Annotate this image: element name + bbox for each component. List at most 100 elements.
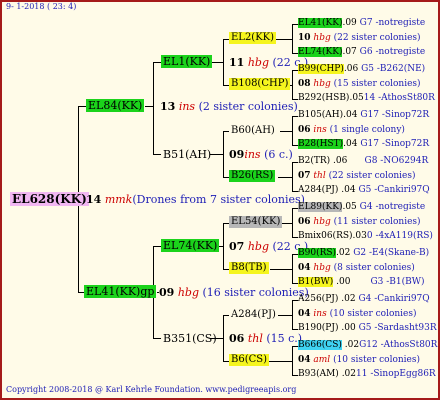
gen4-name: B105(AH): [298, 110, 344, 120]
gen2-node[interactable]: B51(AH): [161, 148, 213, 161]
gen4-name: B93(AM): [298, 369, 339, 379]
gen4-note: (8 sister colonies): [333, 263, 415, 273]
gen4-row[interactable]: B190(PJ) .00 G5 -Sardasht93R: [298, 324, 437, 333]
gen3-node[interactable]: B6(CS): [229, 354, 270, 366]
gen4-drone-row: 10 hbg (22 sister colonies): [298, 34, 421, 43]
gen4-row[interactable]: EL89(KK).05 G4 -notregiste: [298, 202, 426, 212]
gen3-node[interactable]: B108(CHP): [229, 78, 291, 90]
gen4-name: B90(RS): [298, 248, 337, 258]
gen2-node[interactable]: EL1(KK): [161, 55, 213, 68]
gen4-row[interactable]: EL74(KK).07 G6 -notregiste: [298, 47, 425, 57]
gen4-row[interactable]: B1(BW) .00 G3 -B1(BW): [298, 277, 425, 287]
root-number: 14: [86, 193, 102, 206]
gen1-note: (16 sister colonies): [202, 286, 309, 299]
gen4-row[interactable]: B99(CHP).06 G5 -B262(NE): [298, 64, 425, 74]
gen4-row[interactable]: B28(HST).04 G17 -Sinop72R: [298, 139, 429, 149]
gen4-name: B28(HST): [298, 139, 344, 149]
gen4-value: .06: [333, 156, 348, 166]
gen4-source: G5 -Cankiri97Q: [358, 185, 430, 195]
gen4-number: 07: [298, 171, 311, 181]
gen1-node[interactable]: EL84(KK): [86, 99, 145, 112]
gen4-row[interactable]: B666(CS) .02G12 -AthosSt80R: [298, 340, 438, 350]
root-queen[interactable]: EL628(KK): [10, 192, 89, 206]
connector-line: [292, 70, 293, 99]
connector-line: [292, 208, 293, 237]
gen4-source: G12 -AthosSt80R: [359, 340, 438, 350]
gen1-species: hbg: [177, 286, 199, 299]
gen4-source: G7 -notregiste: [359, 18, 426, 28]
gen4-note: (22 sister colonies): [328, 171, 416, 181]
gen4-row[interactable]: Bmix06(RS).030 -4xA119(RS): [298, 232, 433, 241]
gen4-source: G17 -Sinop72R: [360, 110, 430, 120]
gen4-row[interactable]: A256(PJ) .02 G4 -Cankiri97Q: [298, 295, 430, 304]
gen2-note: (15 c.): [266, 332, 303, 345]
root-drone-info: 14 mmk(Drones from 7 sister colonies): [86, 194, 305, 205]
gen4-row[interactable]: B2(TR) .06 G8 -NO6294R: [298, 157, 428, 166]
gen4-source: G5 -Sardasht93R: [358, 323, 437, 333]
connector-line: [153, 154, 161, 155]
gen4-name: B99(CHP): [298, 64, 344, 74]
gen4-value: .03: [352, 231, 367, 241]
gen4-number: 10: [298, 33, 311, 43]
gen3-node[interactable]: EL54(KK): [229, 216, 283, 228]
gen4-source: 11 -SinopEgg86R: [356, 369, 436, 379]
gen2-node[interactable]: B351(CS): [161, 332, 219, 345]
gen2-species: hbg: [247, 56, 269, 69]
gen4-name: EL74(KK): [298, 47, 343, 57]
connector-line: [78, 106, 86, 107]
gen4-source: G4 -Cankiri97Q: [358, 294, 430, 304]
gen4-drone-row: 04 aml (10 sister colonies): [298, 356, 420, 365]
gen1-number: 09: [159, 286, 175, 299]
gen4-species: hbg: [313, 79, 331, 89]
gen2-number: 11: [229, 56, 245, 69]
gen3-node[interactable]: B60(AH): [229, 125, 277, 137]
connector-line: [211, 62, 223, 63]
gen4-row[interactable]: B292(HSB).0514 -AthosSt80R: [298, 94, 435, 103]
gen4-source: 0 -4xA119(RS): [366, 231, 433, 241]
gen4-number: 08: [298, 79, 311, 89]
gen4-number: 06: [298, 125, 311, 135]
gen4-drone-row: 04 ins (10 sister colonies): [298, 310, 417, 319]
gen4-note: (1 single colony): [329, 125, 405, 135]
connector-line: [276, 39, 292, 40]
gen3-node[interactable]: B8(TB): [229, 262, 269, 274]
connector-line: [292, 24, 293, 53]
gen4-note: (10 sister colonies): [329, 309, 417, 319]
connector-line: [223, 223, 224, 269]
gen2-node[interactable]: EL74(KK): [161, 239, 220, 252]
gen4-drone-row: 08 hbg (15 sister colonies): [298, 80, 421, 89]
gen1-species: ins: [178, 100, 196, 113]
gen4-value: .05: [342, 202, 357, 212]
gen4-row[interactable]: B105(AH).04 G17 -Sinop72R: [298, 111, 429, 120]
gen4-row[interactable]: B93(AM) .0211 -SinopEgg86R: [298, 370, 436, 379]
gen4-name: EL41(KK): [298, 18, 343, 28]
connector-line: [292, 346, 293, 375]
gen3-node[interactable]: A284(PJ): [229, 309, 278, 321]
gen3-node[interactable]: EL2(KK): [229, 32, 277, 44]
gen4-name: B190(PJ): [298, 323, 339, 333]
connector-line: [282, 223, 292, 224]
connector-line: [292, 116, 293, 145]
connector-line: [292, 300, 293, 329]
gen4-number: 04: [298, 263, 311, 273]
gen2-species: hbg: [247, 240, 269, 253]
gen4-source: G2 -E4(Skane-B): [353, 248, 430, 258]
copyright-footer: Copyright 2008-2018 @ Karl Kehrle Founda…: [6, 385, 297, 394]
gen1-node[interactable]: EL41(KK)gp: [84, 285, 157, 298]
connector-line: [153, 338, 161, 339]
connector-line: [280, 131, 292, 132]
gen1-drone-info: 09 hbg (16 sister colonies): [159, 287, 309, 298]
gen4-drone-row: 06 ins (1 single colony): [298, 126, 405, 135]
gen4-row[interactable]: EL41(KK).09 G7 -notregiste: [298, 18, 426, 28]
gen4-name: B666(CS): [298, 340, 342, 350]
gen4-species: hbg: [313, 217, 331, 227]
gen4-value: .04: [341, 185, 356, 195]
gen3-node[interactable]: B26(RS): [229, 170, 276, 182]
gen4-row[interactable]: A284(PJ) .04 G5 -Cankiri97Q: [298, 186, 430, 195]
gen4-number: 04: [298, 309, 311, 319]
gen4-source: G4 -notregiste: [359, 202, 426, 212]
gen2-note: (6 c.): [264, 148, 293, 161]
gen4-number: 06: [298, 217, 311, 227]
gen4-row[interactable]: B90(RS).02 G2 -E4(Skane-B): [298, 248, 430, 258]
gen4-species: thl: [313, 171, 326, 181]
